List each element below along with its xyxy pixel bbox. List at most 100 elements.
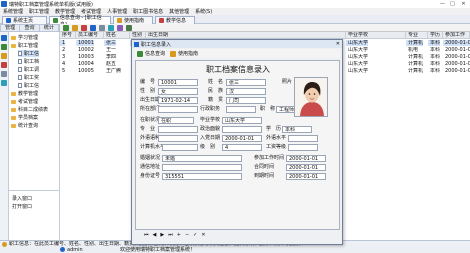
school-input[interactable]: 山东大学: [222, 117, 262, 124]
nav-settings-icon[interactable]: [1, 71, 7, 77]
column-header[interactable]: 姓名: [104, 32, 130, 39]
cancel-button[interactable]: ✕: [201, 232, 205, 238]
grid-cell[interactable]: 10004: [76, 61, 94, 67]
menu-item[interactable]: 系统(S): [195, 8, 212, 15]
nav-home-icon[interactable]: [1, 35, 7, 41]
tree-item[interactable]: 学习管理: [11, 34, 38, 41]
grid-cell[interactable]: 赵五: [104, 61, 116, 67]
foreign-select[interactable]: [158, 135, 198, 142]
hire-date-input[interactable]: 2000-01-01: [286, 155, 326, 162]
confirm-button[interactable]: ✓: [193, 232, 197, 238]
marital-select[interactable]: 未婚: [162, 155, 242, 162]
left-tab-manage[interactable]: 管理: [1, 25, 21, 31]
name-input[interactable]: 张三: [226, 79, 266, 86]
last-record-button[interactable]: ⏭: [168, 232, 173, 238]
grid-cell[interactable]: 计算机: [406, 40, 424, 46]
grid-cell[interactable]: 10005: [76, 68, 94, 74]
column-header[interactable]: 学历: [428, 32, 443, 39]
tree-item[interactable]: 职工奖: [18, 74, 39, 81]
left-tab-query[interactable]: 查询: [20, 25, 40, 31]
grid-cell[interactable]: 王广腾: [104, 68, 121, 74]
nav-chart-icon[interactable]: [1, 62, 7, 68]
nav-folder-icon[interactable]: [1, 53, 7, 59]
grid-cell[interactable]: 本科: [428, 68, 440, 74]
degree-select[interactable]: 本科: [282, 126, 312, 133]
dialog-close-button[interactable]: ✕: [336, 40, 340, 48]
nav-people-icon[interactable]: [1, 44, 7, 50]
salary-grade-input[interactable]: [288, 144, 318, 151]
grid-cell[interactable]: 李四: [104, 54, 116, 60]
contract-date-input[interactable]: 2000-01-01: [286, 164, 326, 171]
grid-cell[interactable]: 本科: [428, 61, 440, 67]
tab-teaching[interactable]: 教学信息: [155, 16, 195, 24]
grid-cell[interactable]: 5: [60, 68, 65, 74]
grid-cell[interactable]: 本科: [428, 47, 440, 53]
add-icon[interactable]: [63, 24, 69, 31]
filter-icon[interactable]: [117, 24, 123, 31]
column-header[interactable]: 出生日期: [146, 32, 346, 39]
first-record-button[interactable]: ⏮: [144, 232, 149, 238]
expire-date-input[interactable]: 2000-01-01: [286, 173, 326, 180]
print-icon[interactable]: [99, 24, 105, 31]
tree-item[interactable]: 职工调: [18, 66, 39, 73]
tree-item-selected[interactable]: 职工信: [18, 50, 40, 57]
grid-cell[interactable]: 山东大学: [346, 47, 368, 53]
grid-cell[interactable]: 山东大学: [346, 68, 368, 74]
address-input[interactable]: [162, 164, 242, 171]
grid-cell[interactable]: 2000-01-01: [443, 54, 470, 60]
quick-open-window[interactable]: 打开窗口: [12, 203, 32, 210]
birth-date-input[interactable]: 1971-02-14: [158, 97, 198, 104]
status-select[interactable]: 在职: [158, 117, 194, 124]
grid-cell[interactable]: 2: [60, 47, 65, 53]
next-record-button[interactable]: ▶: [160, 232, 164, 238]
edit-icon[interactable]: [72, 24, 78, 31]
tree-item[interactable]: 科目二成绩表: [11, 106, 48, 113]
quick-open-input[interactable]: 录入窗口: [12, 195, 32, 202]
tree-item[interactable]: 教学管理: [11, 90, 38, 97]
idcard-input[interactable]: 315551: [162, 173, 242, 180]
grid-cell[interactable]: 山东大学: [346, 40, 369, 46]
export-icon[interactable]: [126, 24, 132, 31]
dept-select[interactable]: [158, 106, 198, 113]
major-input[interactable]: [158, 126, 198, 133]
maximize-button[interactable]: □: [448, 1, 457, 7]
grid-cell[interactable]: 10001: [76, 40, 94, 46]
grid-cell[interactable]: 机电: [406, 47, 418, 53]
tree-item[interactable]: 考试管理: [11, 98, 38, 105]
foreign-level-input[interactable]: [288, 135, 318, 142]
delete-record-button[interactable]: −: [185, 232, 189, 238]
menu-item[interactable]: 人事管理: [107, 8, 127, 15]
level-input[interactable]: 4: [222, 144, 262, 151]
menu-item[interactable]: 系统管理: [3, 8, 23, 15]
duty-select[interactable]: [226, 106, 256, 113]
prev-record-button[interactable]: ◀: [153, 232, 157, 238]
tab-employee-info[interactable]: 信息查询 - [职工信息]: [49, 15, 111, 28]
save-icon[interactable]: [90, 24, 96, 31]
grid-cell[interactable]: 3: [60, 54, 65, 60]
grid-cell[interactable]: 计算机: [406, 54, 423, 60]
grid-cell[interactable]: 1: [60, 40, 66, 46]
party-date-input[interactable]: 2000-01-01: [222, 135, 262, 142]
grid-cell[interactable]: 10003: [76, 54, 94, 60]
grid-cell[interactable]: 2000-01-01: [443, 61, 470, 67]
nation-input[interactable]: 汉: [226, 88, 266, 95]
grid-cell[interactable]: 2000-01-01: [443, 40, 470, 46]
grid-cell[interactable]: 王一: [104, 47, 116, 53]
id-input[interactable]: 10001: [158, 79, 198, 86]
origin-input[interactable]: 门司: [226, 97, 266, 104]
guide-button[interactable]: 使用指南: [170, 50, 198, 57]
tree-item[interactable]: 职工信: [18, 82, 39, 89]
close-button[interactable]: ✕: [459, 1, 468, 7]
add-record-button[interactable]: +: [177, 232, 181, 238]
query-button[interactable]: 信息查询: [137, 50, 165, 57]
grid-cell[interactable]: 2000-01-01: [443, 47, 470, 53]
tree-item[interactable]: 职工档: [18, 58, 39, 65]
tree-item[interactable]: 职工管理: [11, 42, 38, 49]
grid-cell[interactable]: 计算机: [406, 61, 423, 67]
sex-select[interactable]: 女: [158, 88, 198, 95]
grid-cell[interactable]: 2000-01-01: [443, 68, 470, 74]
left-tab-stats[interactable]: 统计: [40, 25, 59, 31]
tab-home[interactable]: 系统主页: [2, 16, 47, 24]
grid-cell[interactable]: 山东大学: [346, 61, 368, 67]
delete-icon[interactable]: [81, 24, 87, 31]
